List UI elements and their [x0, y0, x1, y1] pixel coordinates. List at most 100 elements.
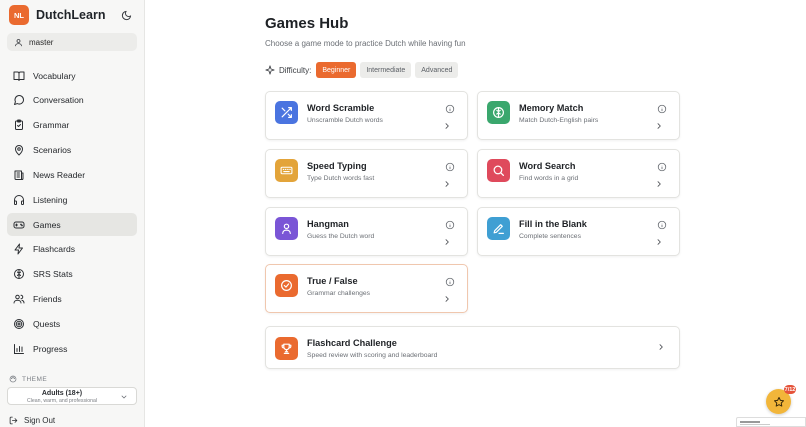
sparkle-icon: [265, 65, 275, 75]
game-desc: Type Dutch words fast: [307, 175, 375, 182]
sidebar-item-friends[interactable]: Friends: [7, 288, 137, 311]
brand[interactable]: NL DutchLearn: [9, 5, 105, 25]
star-icon: [773, 396, 784, 407]
game-desc: Find words in a grid: [519, 175, 579, 182]
users-icon: [13, 294, 25, 304]
game-card-true-false[interactable]: True / False Grammar challenges: [265, 264, 468, 313]
sidebar-item-grammar[interactable]: Grammar: [7, 114, 137, 137]
theme-selected: Adults (18+): [41, 390, 83, 397]
chevron-right-icon: [445, 296, 449, 302]
game-title: Memory Match: [519, 103, 584, 113]
flashcard-challenge-card[interactable]: Flashcard Challenge Speed review with sc…: [265, 326, 680, 369]
sidebar-item-quests[interactable]: Quests: [7, 312, 137, 335]
sidebar-item-label: Scenarios: [33, 145, 72, 156]
chevron-right-icon: [657, 239, 661, 245]
info-icon[interactable]: [657, 162, 667, 172]
sidebar-item-srs-stats[interactable]: SRS Stats: [7, 263, 137, 286]
sidebar-item-scenarios[interactable]: Scenarios: [7, 139, 137, 162]
challenge-title: Flashcard Challenge: [307, 338, 397, 348]
headphones-icon: [14, 194, 24, 205]
info-icon[interactable]: [445, 162, 455, 172]
sidebar-item-label: Vocabulary: [33, 70, 76, 81]
sidebar-item-flashcards[interactable]: Flashcards: [7, 238, 137, 261]
game-card-word-scramble[interactable]: Word Scramble Unscramble Dutch words: [265, 91, 468, 140]
moon-icon[interactable]: [119, 8, 133, 22]
game-desc: Grammar challenges: [307, 290, 371, 297]
sidebar-item-games[interactable]: Games: [7, 213, 137, 237]
clipboard-check-icon: [15, 119, 23, 131]
game-card-hangman[interactable]: Hangman Guess the Dutch word: [265, 207, 468, 256]
chevron-right-icon: [445, 181, 449, 187]
game-title: True / False: [307, 276, 358, 286]
chevron-right-icon: [657, 123, 661, 129]
sidebar-item-progress[interactable]: Progress: [7, 337, 137, 360]
fab-badge: 7/12: [784, 385, 796, 394]
pencil-icon: [487, 217, 510, 240]
info-icon[interactable]: [657, 220, 667, 230]
sidebar-item-vocabulary[interactable]: Vocabulary: [7, 64, 137, 87]
sign-out-button[interactable]: Sign Out: [9, 416, 55, 425]
sidebar-item-label: Conversation: [33, 95, 84, 106]
sidebar-item-label: Grammar: [33, 120, 70, 131]
page-title: Games Hub: [265, 15, 349, 32]
game-card-word-search[interactable]: Word Search Find words in a grid: [477, 149, 680, 198]
chevron-right-icon: [445, 123, 449, 129]
bar-chart-icon: [14, 343, 24, 354]
user-icon: [15, 38, 22, 46]
mini-preview-line: [740, 424, 770, 425]
search-icon: [487, 159, 510, 182]
sidebar-item-label: News Reader: [33, 169, 86, 180]
game-desc: Complete sentences: [519, 233, 581, 240]
game-card-fill-in-the-blank[interactable]: Fill in the Blank Complete sentences: [477, 207, 680, 256]
info-icon[interactable]: [657, 104, 667, 114]
info-icon[interactable]: [445, 277, 455, 287]
check-circle-icon: [275, 274, 298, 297]
user-pill[interactable]: master: [7, 33, 137, 51]
map-pin-icon: [15, 145, 23, 156]
difficulty-beginner-button[interactable]: Beginner: [316, 62, 357, 78]
game-card-speed-typing[interactable]: Speed Typing Type Dutch words fast: [265, 149, 468, 198]
difficulty-label: Difficulty:: [279, 65, 312, 75]
game-title: Speed Typing: [307, 161, 367, 171]
difficulty-advanced-button[interactable]: Advanced: [415, 62, 459, 78]
sidebar-item-conversation[interactable]: Conversation: [7, 89, 137, 112]
difficulty-intermediate-button[interactable]: Intermediate: [360, 62, 412, 78]
game-title: Fill in the Blank: [519, 219, 587, 229]
chevron-right-icon: [445, 239, 449, 245]
game-desc: Match Dutch-English pairs: [519, 117, 599, 124]
info-icon[interactable]: [445, 220, 455, 230]
theme-select[interactable]: Adults (18+) Clean, warm, and profession…: [7, 387, 137, 405]
sidebar-item-label: Listening: [33, 194, 68, 205]
gamepad-icon: [13, 221, 25, 229]
mini-preview-line: [740, 421, 760, 423]
difficulty-selector: Difficulty: Beginner Intermediate Advanc…: [265, 62, 459, 78]
sidebar-item-label: Quests: [33, 318, 61, 329]
chevron-down-icon: [121, 395, 127, 399]
theme-section-label: THEME: [9, 375, 47, 383]
brand-name: DutchLearn: [36, 8, 106, 22]
message-circle-icon: [14, 95, 25, 106]
brain-icon: [487, 101, 510, 124]
game-title: Word Scramble: [307, 103, 375, 113]
challenge-desc: Speed review with scoring and leaderboar…: [307, 352, 438, 359]
sign-out-label: Sign Out: [24, 416, 56, 425]
game-desc: Unscramble Dutch words: [307, 117, 383, 124]
sidebar-item-news-reader[interactable]: News Reader: [7, 163, 137, 186]
sidebar-item-label: Flashcards: [33, 244, 76, 255]
theme-label: THEME: [22, 375, 48, 383]
book-open-icon: [13, 71, 25, 81]
chevron-right-icon: [657, 181, 661, 187]
game-card-memory-match[interactable]: Memory Match Match Dutch-English pairs: [477, 91, 680, 140]
sidebar-item-label: Progress: [33, 343, 68, 354]
game-title: Word Search: [519, 161, 576, 171]
keyboard-icon: [275, 159, 298, 182]
sidebar-item-listening[interactable]: Listening: [7, 188, 137, 211]
trophy-icon: [275, 337, 298, 360]
page-subtitle: Choose a game mode to practice Dutch whi…: [265, 39, 466, 48]
newspaper-icon: [14, 170, 24, 180]
user-icon: [275, 217, 298, 240]
sidebar-item-label: SRS Stats: [33, 269, 73, 280]
username: master: [29, 37, 54, 47]
info-icon[interactable]: [445, 104, 455, 114]
shuffle-icon: [275, 101, 298, 124]
